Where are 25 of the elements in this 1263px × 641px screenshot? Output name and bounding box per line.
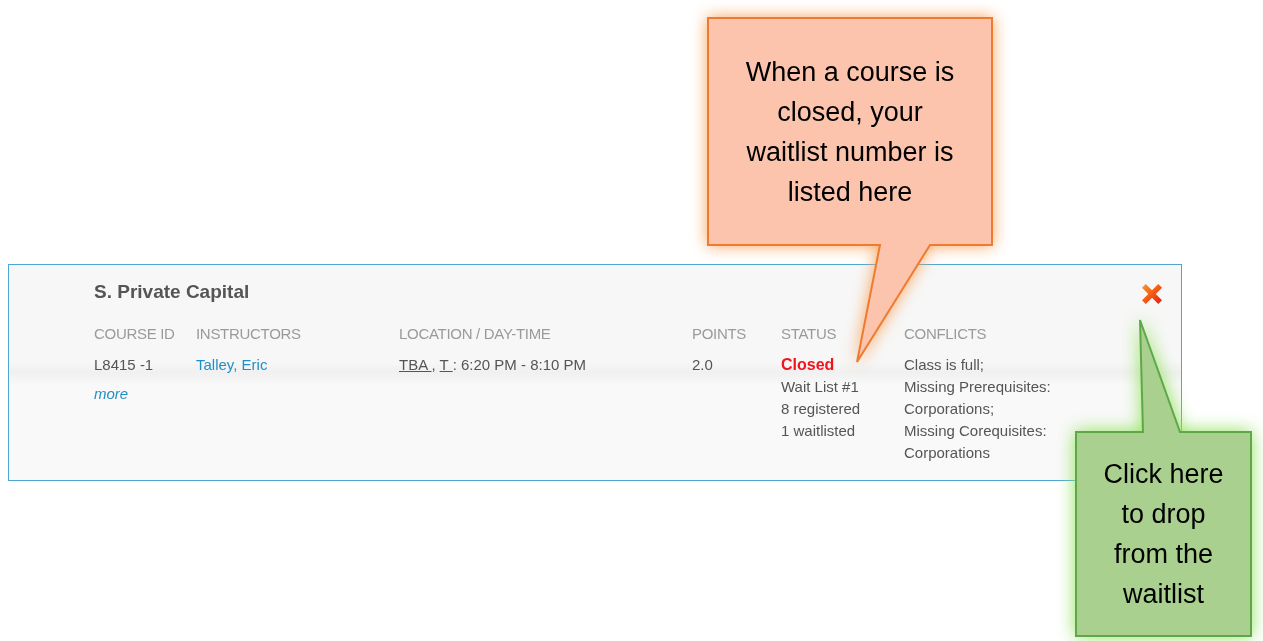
location-link[interactable]: T bbox=[439, 356, 453, 373]
conflict-text: Corporations; bbox=[904, 399, 995, 419]
column-header: CONFLICTS bbox=[904, 324, 988, 344]
conflict-text: Class is full; bbox=[904, 355, 985, 375]
column-header: STATUS bbox=[781, 324, 838, 344]
location-text: : 6:20 PM - 8:10 PM bbox=[452, 356, 587, 373]
column-header: LOCATION / DAY-TIME bbox=[399, 324, 552, 344]
column-header: POINTS bbox=[692, 324, 748, 344]
course-id: L8415 -1 bbox=[94, 355, 154, 375]
callout-text: Click here to drop from the waitlist bbox=[1102, 458, 1225, 611]
status-detail: Wait List #1 bbox=[781, 377, 859, 397]
location-link[interactable]: TBA bbox=[399, 356, 432, 373]
column-header: COURSE ID bbox=[94, 324, 176, 344]
callout-text: When a course is closed, your waitlist number is listed here bbox=[744, 55, 956, 209]
column-header: INSTRUCTORS bbox=[196, 324, 302, 344]
status-label: Closed bbox=[781, 355, 835, 375]
conflict-text: Corporations bbox=[904, 443, 990, 463]
conflict-text: Missing Prerequisites: bbox=[904, 377, 1051, 397]
location-text: , bbox=[431, 356, 437, 373]
more-link[interactable]: more bbox=[94, 383, 129, 405]
status-detail: 1 waitlisted bbox=[781, 421, 856, 441]
points-value: 2.0 bbox=[692, 355, 713, 375]
status-detail: 8 registered bbox=[781, 399, 861, 419]
course-title: S. Private Capital bbox=[94, 281, 250, 303]
conflict-text: Missing Corequisites: bbox=[904, 421, 1047, 441]
